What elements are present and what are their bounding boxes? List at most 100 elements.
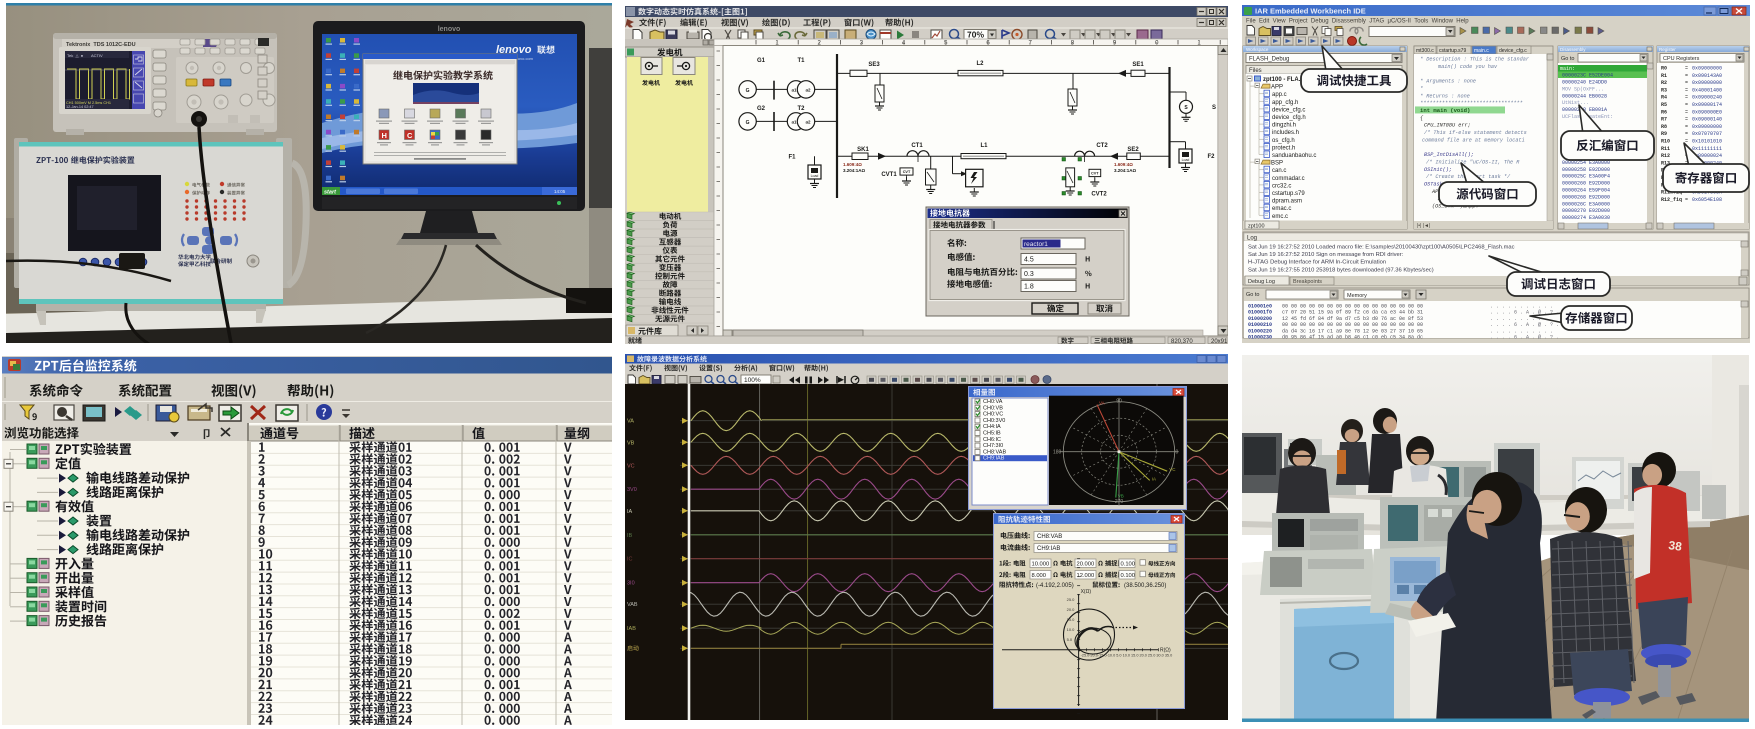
svg-text:00000268 E92D000: 00000268 E92D000 (1562, 194, 1610, 200)
svg-text:VB: VB (1118, 494, 1124, 499)
svg-text:G: G (746, 88, 750, 94)
svg-text:zpt100: zpt100 (1248, 224, 1265, 230)
svg-text:a2: a2 (805, 88, 811, 93)
svg-text:includes.h: includes.h (1272, 130, 1299, 136)
svg-text:=: = (1685, 87, 1688, 93)
svg-text:=: = (1685, 66, 1688, 72)
svg-text:X(Ω): X(Ω) (1081, 589, 1092, 595)
svg-text:. . . . 6 . A . @ . ? .: . . . . 6 . A . @ . ? . (1490, 322, 1559, 328)
svg-text:R9: R9 (1661, 131, 1667, 137)
svg-text:3.204:1AΩ: 3.204:1AΩ (843, 168, 866, 173)
svg-text:R1: R1 (1661, 73, 1667, 79)
svg-text:VC: VC (1169, 467, 1176, 472)
svg-text:IAR Embedded Workbench IDE: IAR Embedded Workbench IDE (1255, 7, 1366, 16)
svg-text:=: = (1685, 117, 1688, 123)
svg-text:0x090143A0: 0x090143A0 (1692, 73, 1722, 79)
svg-text:0000026C E3A0000: 0000026C E3A0000 (1562, 201, 1610, 207)
svg-text:UtNist...: UtNist... (1562, 100, 1589, 106)
svg-text:CPU Registers: CPU Registers (1663, 56, 1700, 62)
svg-text:. . . . . . . . . . .: . . . . . . . . . . . (1490, 328, 1553, 334)
svg-text:25.0: 25.0 (1067, 597, 1076, 602)
svg-text:CVT2: CVT2 (1091, 192, 1107, 198)
svg-text:start: start (324, 190, 337, 196)
svg-text:20x91: 20x91 (1211, 339, 1228, 344)
svg-text:protect.h: protect.h (1272, 145, 1295, 151)
svg-text:R3: R3 (1661, 87, 1667, 93)
svg-text:main:: main: (1560, 66, 1575, 72)
svg-text:010001e0: 010001e0 (1248, 304, 1272, 310)
svg-text:180: 180 (1053, 450, 1062, 456)
svg-text:CH0:3V0: CH0:3V0 (983, 418, 1005, 424)
svg-text:IA: IA (1152, 476, 1156, 481)
svg-text:app_cfg.h: app_cfg.h (1272, 100, 1298, 106)
svg-text:5.0: 5.0 (1067, 637, 1073, 642)
svg-text:G2: G2 (757, 106, 766, 112)
svg-text:crc32.c: crc32.c (1272, 183, 1291, 189)
svg-text:1.609:4Ω: 1.609:4Ω (843, 162, 862, 167)
svg-text:0x10101010: 0x10101010 (1692, 139, 1722, 145)
svg-text:H: H (382, 131, 387, 140)
svg-text:H-JTAG Debug Interface for ARM: H-JTAG Debug Interface for ARM In-Circui… (1248, 260, 1386, 266)
svg-text:T2: T2 (797, 106, 805, 112)
svg-text:Go to: Go to (1246, 292, 1259, 298)
svg-text:0x09000140: 0x09000140 (1692, 117, 1722, 123)
svg-text:01000210: 01000210 (1248, 322, 1272, 328)
svg-text:0x09000000: 0x09000000 (1692, 80, 1722, 86)
svg-text:G1: G1 (757, 58, 766, 64)
svg-text:IAB: IAB (627, 626, 636, 632)
svg-text:=: = (1685, 95, 1688, 101)
svg-text:12.000: 12.000 (1077, 573, 1095, 579)
svg-text:APP: APP (1271, 85, 1283, 91)
svg-text:0x09000000: 0x09000000 (1692, 124, 1722, 130)
svg-text:0000025C E3A00F4: 0000025C E3A00F4 (1562, 174, 1610, 180)
svg-text:int main (void): int main (void) (1420, 107, 1470, 114)
svg-text:CVT1: CVT1 (881, 172, 897, 178)
svg-text:20.000: 20.000 (1077, 562, 1095, 568)
svg-text:0x09000174: 0x09000174 (1692, 102, 1722, 108)
svg-text:0.3: 0.3 (1024, 271, 1034, 278)
svg-text:R6: R6 (1661, 109, 1667, 115)
svg-text:IA: IA (627, 509, 633, 515)
svg-text:(-4.192,2.005): (-4.192,2.005) (1036, 583, 1074, 589)
svg-text:00000270 E92D000: 00000270 E92D000 (1562, 208, 1610, 214)
svg-text:CT2: CT2 (1096, 143, 1108, 149)
svg-text:01000220: 01000220 (1248, 328, 1272, 334)
svg-text:L2: L2 (976, 61, 984, 67)
svg-text:Workspace: Workspace (1246, 47, 1269, 52)
svg-text:F1: F1 (788, 155, 796, 161)
svg-text:270: 270 (1115, 499, 1124, 505)
svg-text:=: = (1685, 131, 1688, 137)
svg-text:S: S (1212, 105, 1216, 111)
svg-text:main() code you hav: main() code you hav (1438, 64, 1498, 70)
svg-text:device_cfg.c: device_cfg.c (1272, 107, 1305, 113)
svg-text:emc.c: emc.c (1272, 214, 1288, 220)
svg-text:0x09000000: 0x09000000 (1692, 66, 1722, 72)
svg-text:/* Initialize "uC/OS-II, The R: /* Initialize "uC/OS-II, The R (1426, 159, 1520, 165)
svg-text:|•| |◄|: |•| |◄| (1417, 223, 1430, 229)
svg-text:=: = (1685, 109, 1688, 115)
svg-text:0x11111111: 0x11111111 (1692, 146, 1722, 152)
svg-text:File Edit View Project Deb: File Edit View Project Debug Disassembly… (1246, 19, 1469, 25)
svg-text:0x07070707: 0x07070707 (1692, 131, 1722, 137)
svg-text:R4: R4 (1661, 95, 1667, 101)
svg-text:12-Jan-14 02:47: 12-Jan-14 02:47 (66, 105, 94, 109)
svg-text:BSP: BSP (1271, 161, 1283, 167)
svg-text:90: 90 (1116, 399, 1122, 405)
svg-text:Sat Jun 19 16:27:52 2010 Load: Sat Jun 19 16:27:52 2010 Loaded macro fi… (1248, 245, 1515, 251)
svg-text:=: = (1685, 124, 1688, 130)
svg-text:CH8:VAB: CH8:VAB (983, 449, 1006, 455)
svg-text:01000200: 01000200 (1248, 316, 1272, 322)
svg-text:Register: Register (1659, 47, 1676, 52)
svg-text:00000274 E3A0030: 00000274 E3A0030 (1562, 215, 1610, 221)
svg-text:00 00 00 00 00 00 00 00 00 00: 00 00 00 00 00 00 00 00 00 00 00 00 00 0… (1282, 304, 1423, 310)
svg-text:VA: VA (1099, 401, 1105, 406)
svg-text:R12_fiq: R12_fiq (1661, 197, 1682, 203)
svg-text:CH5:IB: CH5:IB (983, 431, 1001, 437)
svg-text:VA: VA (627, 419, 634, 425)
svg-text:1.8: 1.8 (1024, 284, 1034, 291)
svg-text:OSInit();: OSInit(); (1424, 167, 1452, 173)
svg-text:CVT: CVT (903, 170, 911, 174)
svg-text:F2: F2 (1207, 154, 1215, 160)
svg-text:CH7:3I0: CH7:3I0 (983, 443, 1003, 449)
svg-text:0.100: 0.100 (1121, 573, 1136, 579)
